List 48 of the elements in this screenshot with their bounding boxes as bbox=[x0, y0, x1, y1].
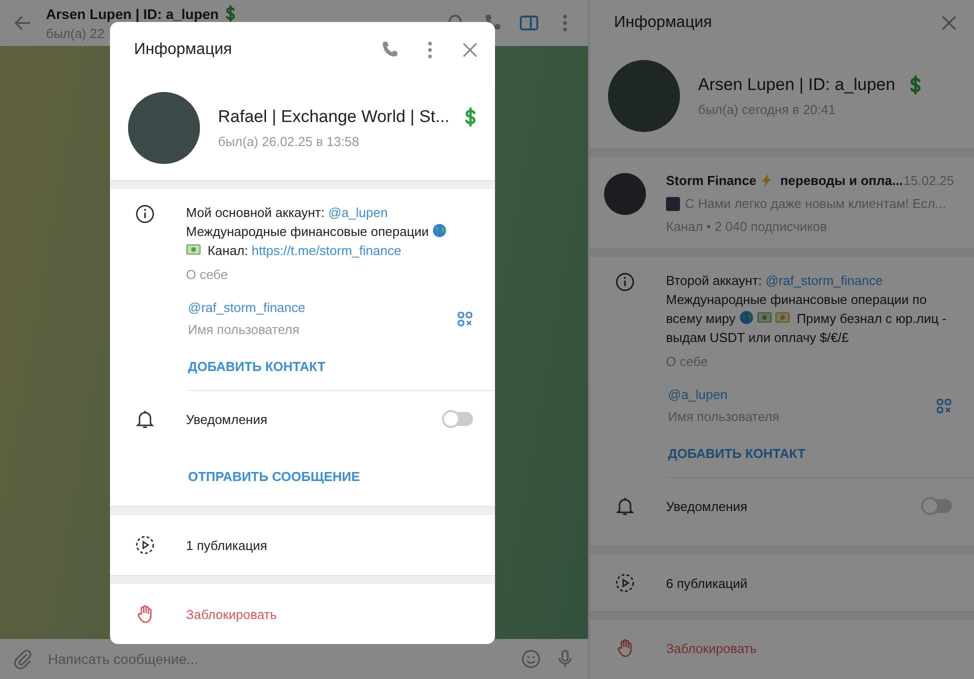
qr-code-icon[interactable] bbox=[936, 398, 952, 414]
panel-title: Информация bbox=[614, 14, 713, 32]
add-contact-button[interactable]: ДОБАВИТЬ КОНТАКТ bbox=[668, 446, 806, 461]
username-caption: Имя пользователя bbox=[188, 322, 300, 337]
banknote-icon bbox=[757, 310, 772, 325]
last-seen-status: был(а) 26.02.25 в 13:58 bbox=[218, 134, 360, 149]
publications-label[interactable]: 1 публикация bbox=[186, 538, 268, 552]
channel-name: переводы и опла... bbox=[780, 173, 903, 188]
chat-title: Arsen Lupen | ID: a_lupen bbox=[46, 6, 219, 22]
qr-code-icon[interactable] bbox=[457, 310, 473, 326]
info-icon bbox=[134, 203, 156, 225]
publications-label[interactable]: 6 публикаций bbox=[666, 576, 748, 590]
profile-name: Arsen Lupen | ID: a_lupen bbox=[698, 75, 896, 95]
bell-icon bbox=[614, 495, 636, 517]
dollar-sign-icon bbox=[224, 5, 237, 22]
notifications-toggle[interactable] bbox=[922, 499, 952, 513]
play-circle-icon bbox=[134, 534, 156, 556]
thumbnail-placeholder bbox=[666, 196, 680, 210]
info-icon bbox=[614, 271, 636, 293]
bio-caption: О себе bbox=[186, 267, 229, 282]
block-button[interactable]: Заблокировать bbox=[186, 606, 277, 622]
bio-text: Второй аккаунт: @raf_storm_finance Международные финансовые операции по всему миру Приму безнал с юр.лиц - выдам USDT или оплачу $/€/£ bbox=[666, 272, 948, 347]
block-button[interactable]: Заблокировать bbox=[666, 640, 757, 656]
channel-name: Storm Finance bbox=[666, 173, 756, 188]
bio-link[interactable]: @raf_storm_finance bbox=[765, 273, 883, 288]
dollar-sign-icon bbox=[462, 107, 478, 127]
send-message-button[interactable]: ОТПРАВИТЬ СООБЩЕНИЕ bbox=[188, 469, 360, 484]
channel-avatar-placeholder bbox=[604, 173, 646, 215]
bio-link[interactable]: https://t.me/storm_finance bbox=[252, 243, 402, 258]
panel-title: Информация bbox=[134, 41, 233, 59]
bell-icon bbox=[134, 408, 156, 430]
username-link[interactable]: @raf_storm_finance bbox=[188, 300, 457, 315]
globe-icon bbox=[432, 223, 448, 238]
notifications-toggle[interactable] bbox=[443, 412, 473, 426]
paperclip-icon[interactable] bbox=[12, 648, 34, 670]
play-circle-icon bbox=[614, 572, 636, 594]
username-link[interactable]: @a_lupen bbox=[668, 387, 936, 402]
dollar-sign-icon bbox=[908, 75, 924, 95]
smiley-icon[interactable] bbox=[520, 648, 542, 670]
profile-name: Rafael | Exchange World | St... bbox=[218, 107, 450, 127]
notifications-label: Уведомления bbox=[186, 412, 268, 426]
add-contact-button[interactable]: ДОБАВИТЬ КОНТАКТ bbox=[188, 359, 326, 374]
banknote-icon bbox=[775, 310, 790, 325]
bio-link[interactable]: @a_lupen bbox=[328, 205, 388, 220]
banknote-icon bbox=[186, 242, 201, 257]
notifications-label: Уведомления bbox=[666, 498, 748, 514]
globe-icon bbox=[739, 310, 754, 325]
bio-text: Мой основной аккаунт: @a_lupen Международные финансовые операции Канал: https://t.me/storm_finance bbox=[186, 203, 473, 260]
